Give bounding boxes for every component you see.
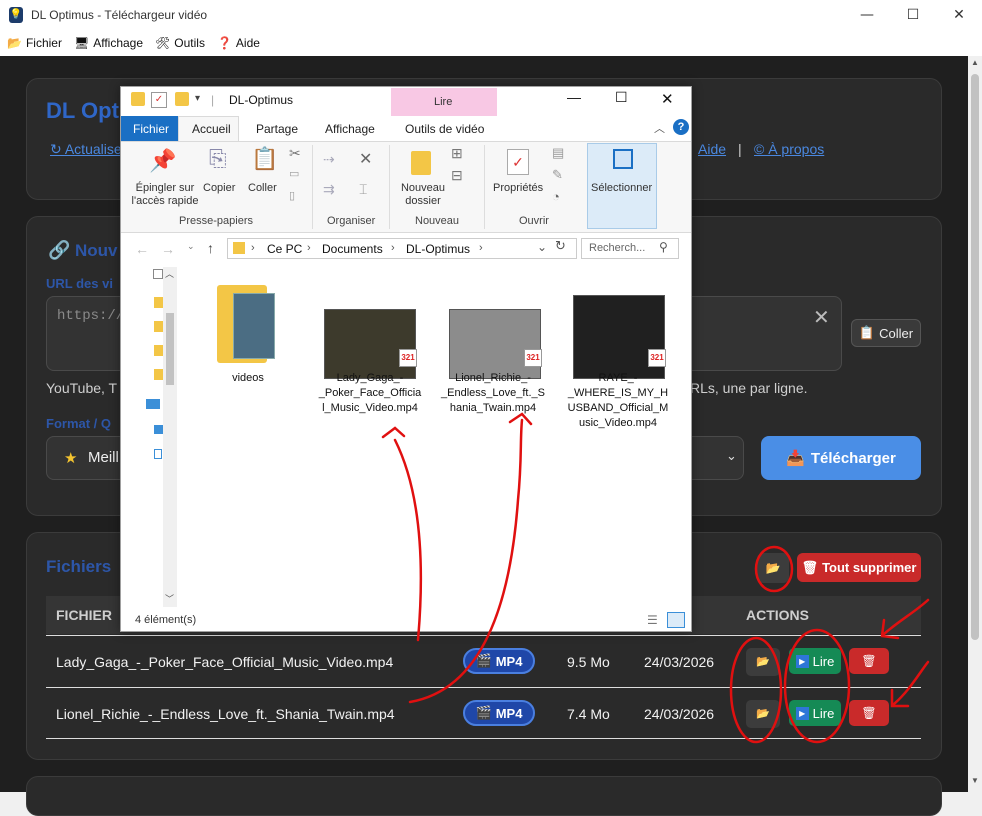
circle-folder-rows bbox=[729, 636, 783, 744]
red-annotations bbox=[381, 412, 930, 744]
circle-play-buttons bbox=[783, 628, 851, 744]
circle-folder-top bbox=[754, 545, 794, 593]
arrow-stroke-2 bbox=[408, 412, 533, 704]
arrow-stroke-3 bbox=[880, 598, 930, 640]
arrow-stroke-1 bbox=[381, 426, 423, 642]
arrow-stroke-4 bbox=[890, 660, 930, 708]
